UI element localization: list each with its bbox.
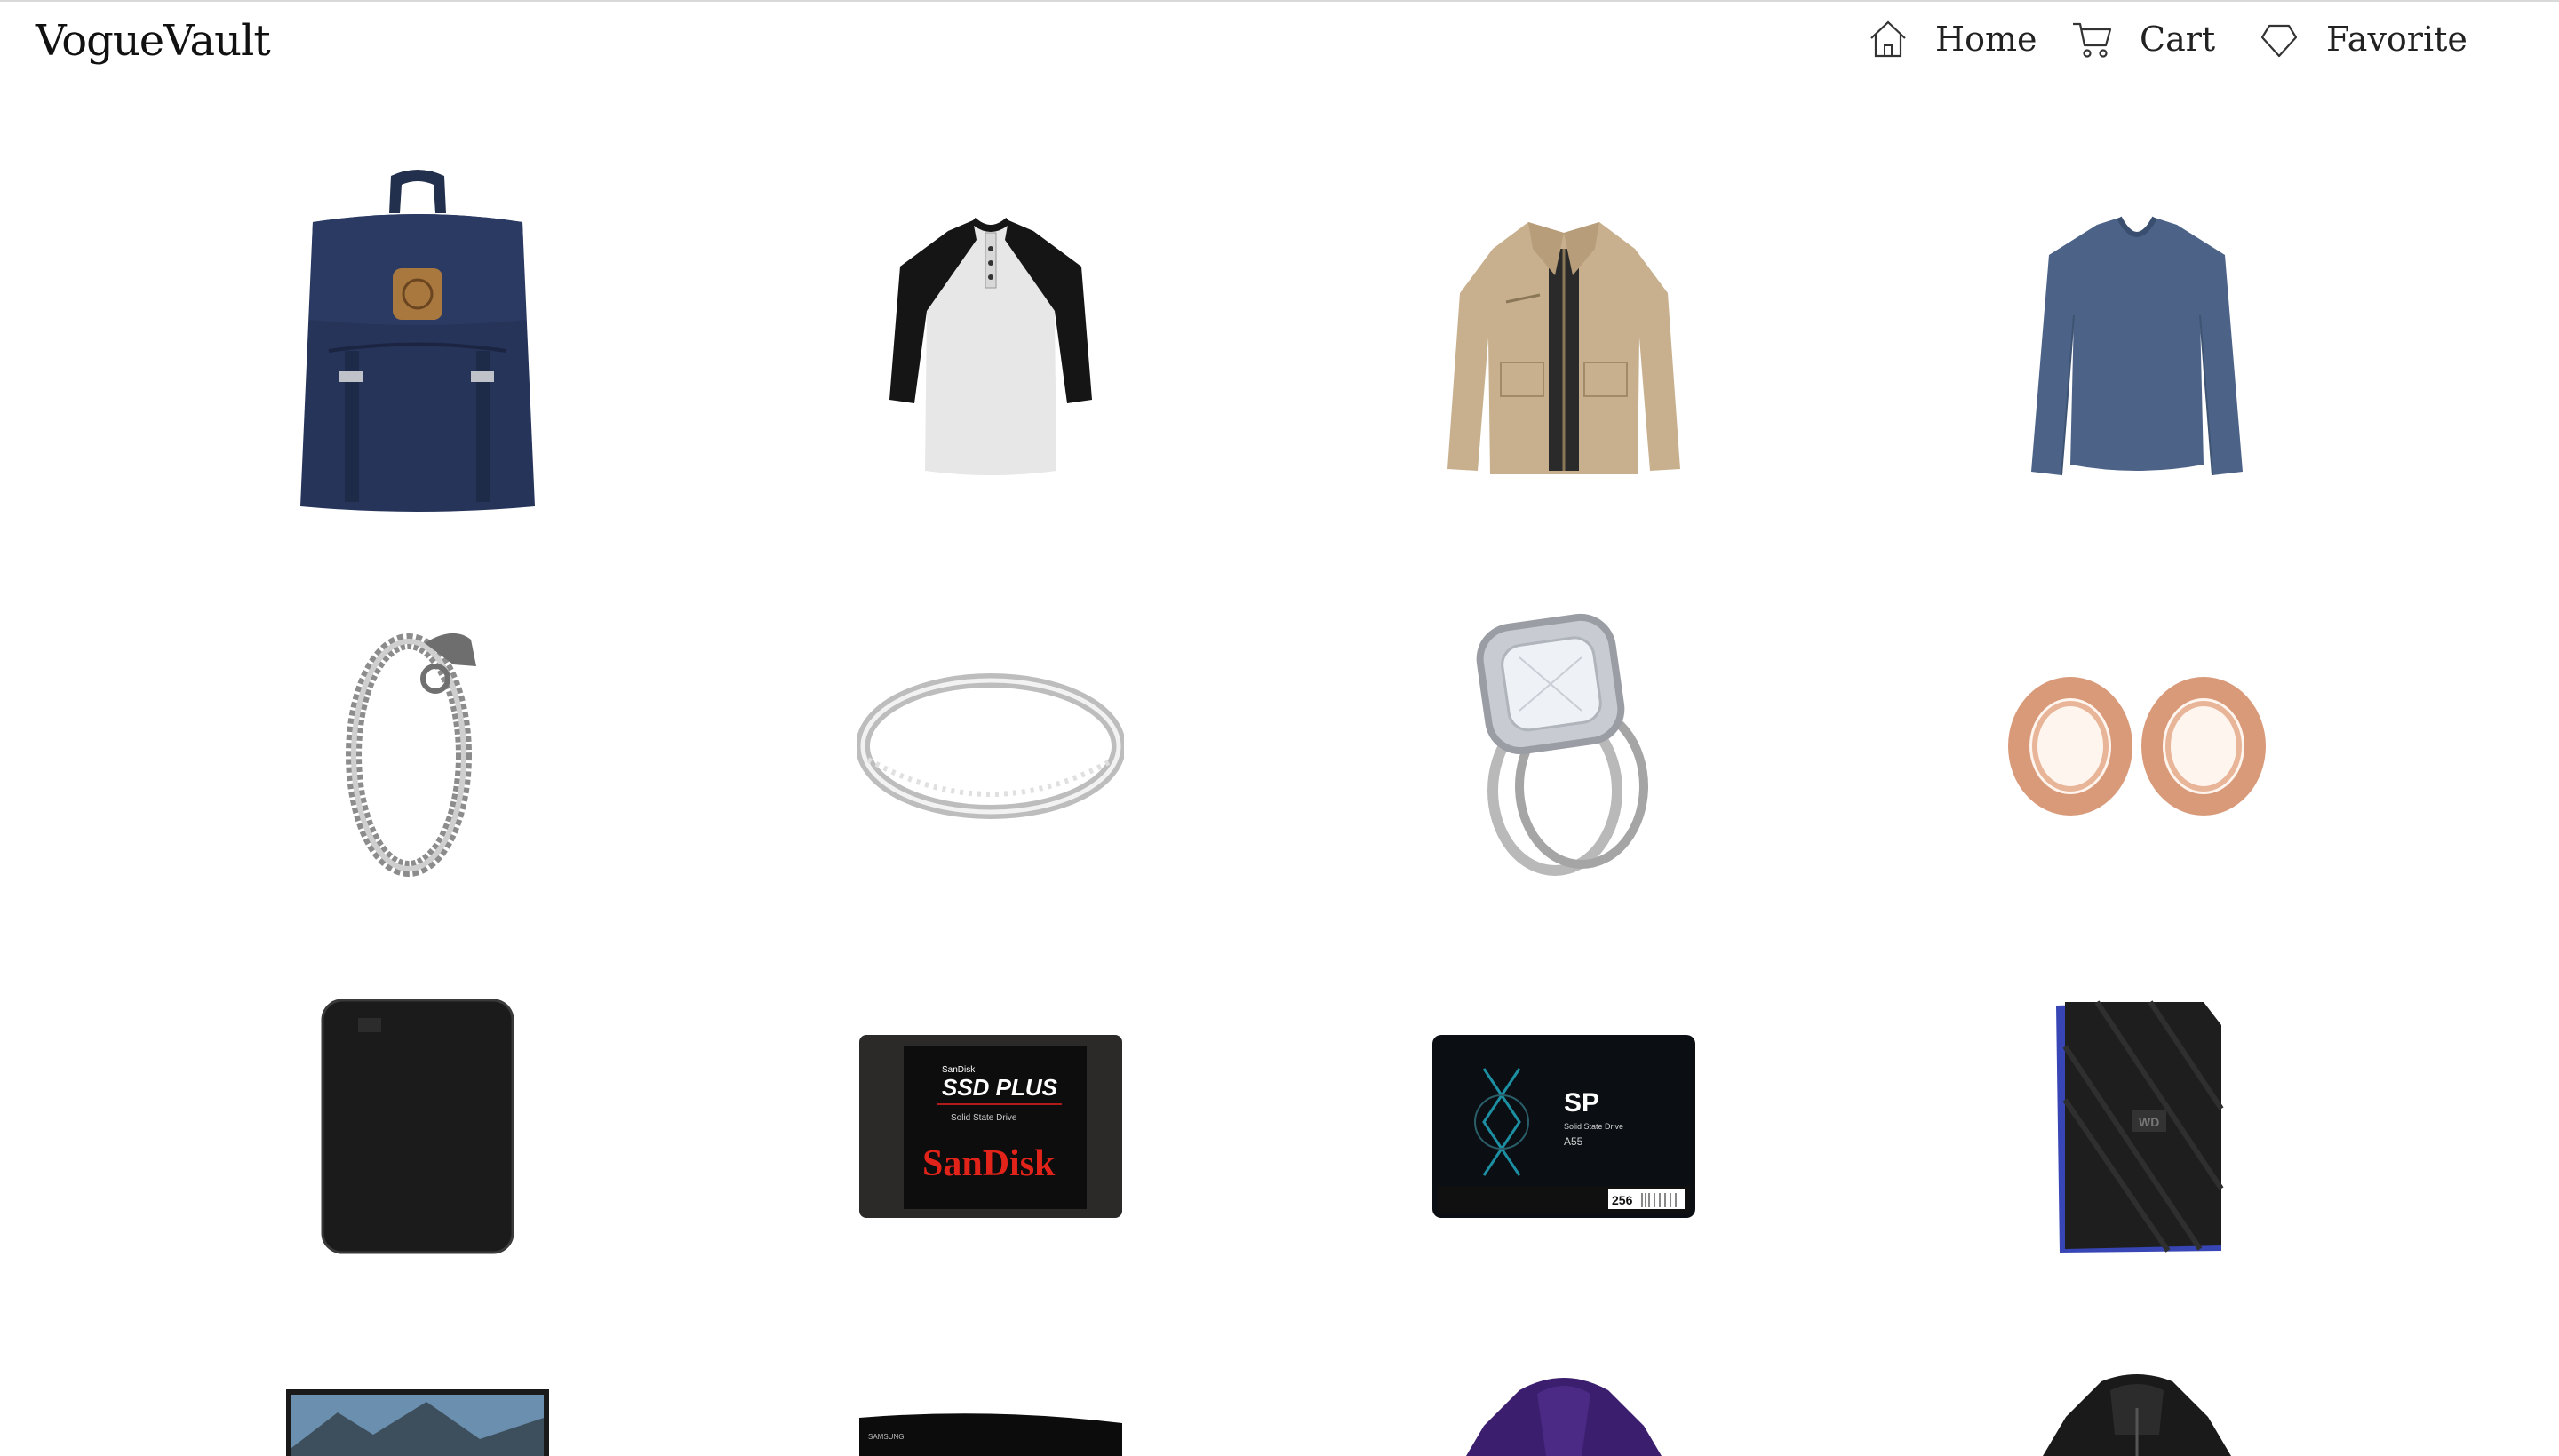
product-card-backpack[interactable] [258,170,578,512]
product-card-jacket[interactable] [1404,200,1724,493]
nav-cart-link[interactable]: Cart [2070,12,2215,66]
product-card-purple-jacket[interactable] [1404,1372,1724,1456]
long-sleeve-shirt-image [2031,216,2243,476]
engagement-ring-image [1476,613,1648,876]
top-border [0,0,2559,2]
sp-subtitle: Solid State Drive [1564,1122,1623,1131]
sandisk-ssd-image: SanDisk SSD PLUS Solid State Drive SanDi… [859,1035,1122,1218]
ssd-title: SSD PLUS [942,1074,1058,1101]
curved-monitor-brand: SAMSUNG [868,1433,904,1441]
product-card-monitor[interactable] [258,1386,578,1456]
henley-shirt-image [889,217,1092,475]
curved-monitor-image: SAMSUNG [859,1413,1122,1456]
hard-drive-image [321,999,514,1254]
wd-drive-image: WD [2056,1000,2224,1253]
flesh-tunnels-image [2008,677,2266,816]
nav-home-link[interactable]: Home [1866,12,2037,66]
product-card-henley[interactable] [831,200,1151,493]
sp-model: A55 [1564,1135,1583,1148]
nav-home-label: Home [1935,20,2037,59]
monitor-image [286,1389,549,1456]
wd-logo: WD [2139,1115,2159,1129]
product-card-band-ring[interactable] [831,600,1151,893]
cart-icon [2073,22,2112,58]
ssd-subtitle: Solid State Drive [951,1113,1017,1123]
site-logo[interactable]: VogueVault [36,16,271,66]
product-card-hard-drive[interactable] [258,980,578,1273]
sp-ssd-image: SP Solid State Drive A55 256 [1432,1035,1695,1218]
product-card-black-hoodie[interactable] [1977,1372,2297,1456]
purple-jacket-image [1466,1378,1662,1456]
sp-logo: SP [1564,1088,1599,1118]
band-ring-image [857,673,1124,819]
product-card-engagement-ring[interactable] [1404,600,1724,893]
home-icon [1870,20,1906,58]
product-card-sp-ssd[interactable]: SP Solid State Drive A55 256 [1404,980,1724,1273]
product-card-curved-monitor[interactable]: SAMSUNG [831,1412,1151,1456]
product-card-wd-drive[interactable]: WD [1977,980,2297,1273]
product-card-long-sleeve[interactable] [1977,200,2297,493]
black-hoodie-image [2043,1374,2231,1456]
product-card-tunnels[interactable] [1977,600,2297,893]
jacket-image [1447,222,1680,474]
nav-favorite-link[interactable]: Favorite [2257,12,2467,66]
ssd-brand: SanDisk [922,1143,1056,1184]
nav-cart-label: Cart [2140,20,2216,59]
product-card-bracelet[interactable] [258,600,578,893]
backpack-image [300,170,535,512]
sp-capacity: 256 [1612,1193,1633,1207]
nav-favorite-label: Favorite [2326,20,2467,59]
product-card-sandisk-ssd[interactable]: SanDisk SSD PLUS Solid State Drive SanDi… [831,980,1151,1273]
bracelet-image [346,633,476,877]
heart-icon [2260,24,2298,58]
